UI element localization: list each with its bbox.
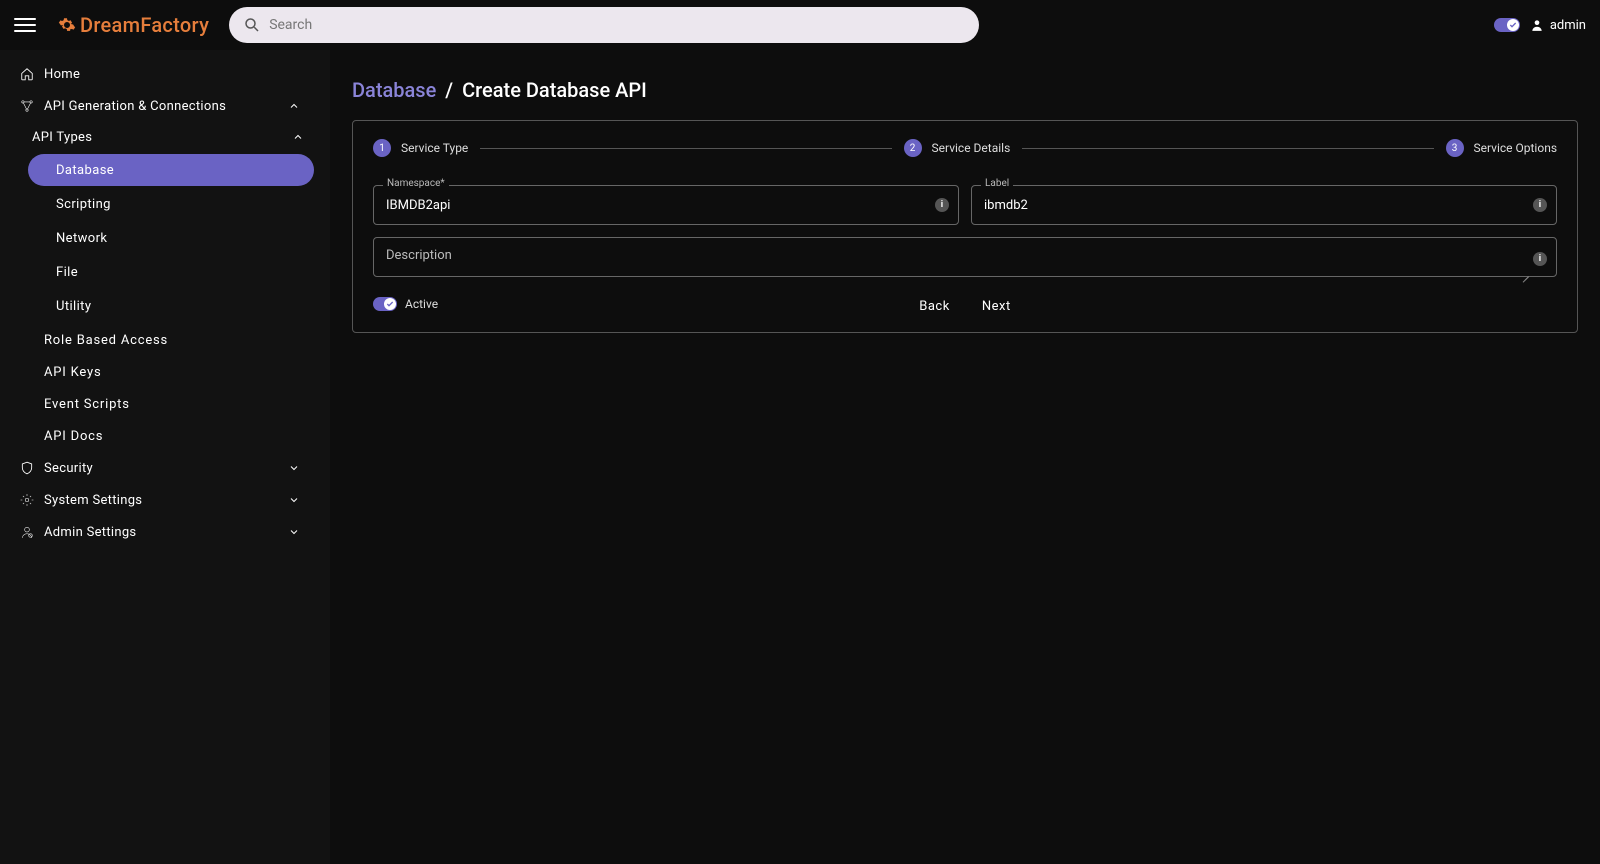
back-button[interactable]: Back: [913, 295, 956, 318]
sidebar-item-home[interactable]: Home: [16, 58, 314, 90]
step-3[interactable]: 3 Service Options: [1446, 139, 1558, 157]
stepper: 1 Service Type 2 Service Details 3 Servi…: [373, 139, 1557, 157]
sidebar-label: File: [56, 265, 78, 280]
chevron-down-icon: [288, 462, 300, 474]
active-toggle-row: Active: [373, 297, 438, 311]
sidebar-label: System Settings: [44, 493, 142, 508]
sidebar-label: Security: [44, 461, 93, 476]
namespace-input[interactable]: [373, 185, 959, 225]
step-2[interactable]: 2 Service Details: [904, 139, 1011, 157]
sidebar-label: Scripting: [56, 197, 111, 212]
info-icon[interactable]: i: [935, 198, 949, 212]
sidebar-item-security[interactable]: Security: [16, 452, 314, 484]
check-icon: [1509, 21, 1517, 29]
sidebar-label: Role Based Access: [44, 333, 168, 348]
sidebar-item-system-settings[interactable]: System Settings: [16, 484, 314, 516]
step-label: Service Type: [401, 141, 468, 155]
step-num: 2: [904, 139, 922, 157]
form-card: 1 Service Type 2 Service Details 3 Servi…: [352, 120, 1578, 333]
logo[interactable]: DreamFactory: [58, 13, 209, 37]
breadcrumb: Database / Create Database API: [352, 78, 1578, 102]
sidebar-item-event-scripts[interactable]: Event Scripts: [28, 388, 314, 420]
chevron-up-icon: [292, 131, 304, 143]
sidebar-item-api-types[interactable]: API Types: [28, 122, 314, 152]
connections-icon: [20, 99, 34, 113]
sidebar-label: API Generation & Connections: [44, 99, 226, 114]
sidebar-item-rba[interactable]: Role Based Access: [28, 324, 314, 356]
chevron-up-icon: [288, 100, 300, 112]
sidebar-item-file[interactable]: File: [28, 256, 314, 288]
sidebar-item-admin-settings[interactable]: Admin Settings: [16, 516, 314, 548]
chevron-down-icon: [288, 494, 300, 506]
sidebar-label: API Types: [32, 130, 92, 145]
sidebar-label: Network: [56, 231, 107, 246]
step-1[interactable]: 1 Service Type: [373, 139, 468, 157]
label-label: Label: [981, 178, 1013, 189]
menu-icon[interactable]: [14, 14, 36, 36]
check-icon: [386, 300, 394, 308]
main-content: Database / Create Database API 1 Service…: [330, 50, 1600, 864]
description-field-wrap: i: [373, 237, 1557, 281]
resize-handle-icon[interactable]: [1521, 269, 1529, 277]
sidebar-item-utility[interactable]: Utility: [28, 290, 314, 322]
admin-icon: [20, 525, 34, 539]
step-num: 3: [1446, 139, 1464, 157]
label-input[interactable]: [971, 185, 1557, 225]
active-label: Active: [405, 297, 438, 311]
breadcrumb-current: Create Database API: [462, 78, 647, 102]
sidebar-item-api-docs[interactable]: API Docs: [28, 420, 314, 452]
user-icon: [1530, 18, 1544, 32]
active-toggle[interactable]: [373, 297, 397, 311]
chevron-down-icon: [288, 526, 300, 538]
next-button[interactable]: Next: [976, 295, 1017, 318]
shield-icon: [20, 461, 34, 475]
step-num: 1: [373, 139, 391, 157]
description-input[interactable]: [373, 237, 1557, 277]
sidebar-label: Utility: [56, 299, 91, 314]
breadcrumb-link[interactable]: Database: [352, 78, 436, 102]
sidebar-label: Event Scripts: [44, 397, 130, 412]
step-label: Service Options: [1474, 141, 1558, 155]
gear-icon: [20, 493, 34, 507]
label-field-wrap: Label i: [971, 185, 1557, 225]
admin-label: admin: [1550, 18, 1586, 33]
sidebar-label: API Keys: [44, 365, 102, 380]
sidebar-label: API Docs: [44, 429, 103, 444]
sidebar-label: Database: [56, 163, 114, 178]
search-box[interactable]: [229, 7, 979, 43]
breadcrumb-sep: /: [445, 78, 453, 102]
search-input[interactable]: [269, 17, 965, 33]
search-icon: [243, 16, 261, 34]
info-icon[interactable]: i: [1533, 198, 1547, 212]
gear-icon: [58, 16, 76, 34]
sidebar-item-network[interactable]: Network: [28, 222, 314, 254]
step-divider: [1022, 148, 1433, 149]
sidebar-item-api-keys[interactable]: API Keys: [28, 356, 314, 388]
namespace-label: Namespace*: [383, 178, 449, 189]
step-divider: [480, 148, 891, 149]
header: DreamFactory admin: [0, 0, 1600, 50]
sidebar: Home API Generation & Connections API Ty…: [0, 50, 330, 864]
namespace-field-wrap: Namespace* i: [373, 185, 959, 225]
sidebar-item-api-gen[interactable]: API Generation & Connections: [16, 90, 314, 122]
logo-text: DreamFactory: [80, 13, 209, 37]
home-icon: [20, 67, 34, 81]
button-row: Back Next: [373, 295, 1557, 318]
step-label: Service Details: [932, 141, 1011, 155]
theme-toggle[interactable]: [1494, 18, 1520, 32]
sidebar-label: Admin Settings: [44, 525, 136, 540]
sidebar-item-database[interactable]: Database: [28, 154, 314, 186]
info-icon[interactable]: i: [1533, 252, 1547, 266]
sidebar-item-scripting[interactable]: Scripting: [28, 188, 314, 220]
sidebar-label: Home: [44, 67, 80, 82]
user-menu[interactable]: admin: [1530, 18, 1586, 33]
